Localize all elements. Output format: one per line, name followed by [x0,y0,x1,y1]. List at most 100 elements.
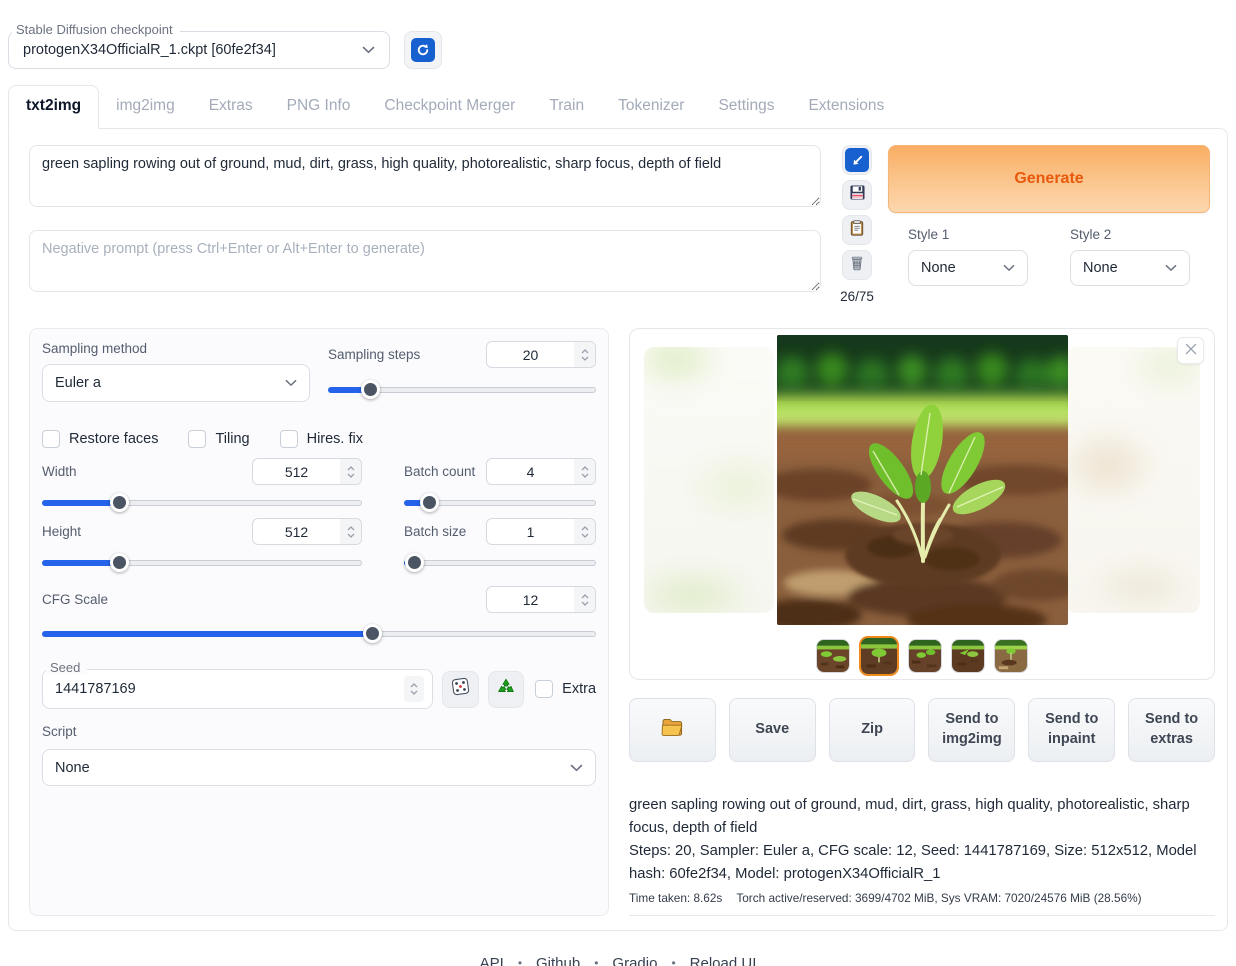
batch-count-group: Batch count 4 [404,458,596,512]
chevron-down-icon [362,41,375,59]
slider-handle[interactable] [420,493,439,512]
tab-checkpoint-merger[interactable]: Checkpoint Merger [367,86,532,128]
stepper-arrows[interactable] [574,519,595,544]
checkbox-box[interactable] [280,430,298,448]
checkbox-box[interactable] [535,680,553,698]
tab-txt2img[interactable]: txt2img [8,85,99,129]
open-folder-button[interactable] [629,698,716,762]
cfg-slider[interactable] [42,625,596,643]
footer-link-gradio[interactable]: Gradio [612,955,657,966]
batch-size-slider[interactable] [404,554,596,572]
style1-dropdown[interactable]: None [908,250,1028,286]
seed-value: 1441787169 [55,681,404,697]
recycle-icon [496,677,516,702]
txt2img-panel: green sapling rowing out of ground, mud,… [8,128,1228,931]
toggle-row: Restore faces Tiling Hires. fix [42,430,596,448]
gallery-main-area [636,335,1208,627]
sampling-steps-group: Sampling steps 20 [328,341,596,402]
height-input[interactable]: 512 [252,518,362,545]
footer-link-reload-ui[interactable]: Reload UI [690,955,757,966]
slider-handle[interactable] [405,553,424,572]
arrow-down-left-icon [845,148,869,172]
send-to-img2img-button[interactable]: Send to img2img [928,698,1015,762]
width-group: Width 512 [42,458,362,512]
checkbox-box[interactable] [188,430,206,448]
save-button[interactable]: Save [729,698,816,762]
generate-column: Generate Style 1 None Style 2 None [888,145,1210,304]
footer-link-github[interactable]: Github [536,955,580,966]
stepper-arrows[interactable] [574,459,595,484]
gallery-thumbnail-1[interactable] [816,639,850,673]
gallery-adjacent-image-left [644,347,774,613]
slider-handle[interactable] [363,624,382,643]
sampling-steps-slider[interactable] [328,381,596,399]
style2-dropdown[interactable]: None [1070,250,1190,286]
batch-size-group: Batch size 1 [404,518,596,572]
app-root: Stable Diffusion checkpoint protogenX34O… [0,0,1236,966]
extra-seed-checkbox[interactable]: Extra [535,680,596,698]
zip-button[interactable]: Zip [829,698,916,762]
stepper-arrows[interactable] [574,587,595,612]
restore-faces-checkbox[interactable]: Restore faces [42,430,158,448]
sampling-steps-label: Sampling steps [328,347,420,362]
stepper-arrows[interactable] [340,519,361,544]
sampling-method-value: Euler a [55,375,101,391]
tiling-checkbox[interactable]: Tiling [188,430,249,448]
refresh-icon [411,38,435,62]
negative-prompt-input[interactable] [29,230,821,292]
dimension-row-2: Height 512 Batch si [42,518,596,572]
batch-size-input[interactable]: 1 [486,518,596,545]
sampling-steps-input[interactable]: 20 [486,341,596,368]
chevron-down-icon [285,375,297,391]
seed-label: Seed [46,660,87,675]
send-to-inpaint-button[interactable]: Send to inpaint [1028,698,1115,762]
sampling-method-dropdown[interactable]: Euler a [42,364,310,402]
generate-button[interactable]: Generate [888,145,1210,213]
checkpoint-dropdown[interactable]: Stable Diffusion checkpoint protogenX34O… [8,31,390,69]
tab-train[interactable]: Train [532,86,601,128]
copy-params-button[interactable] [842,215,872,245]
tab-extras[interactable]: Extras [192,86,270,128]
time-taken: Time taken: 8.62s [629,891,722,905]
style2-group: Style 2 None [1070,227,1190,286]
tab-settings[interactable]: Settings [701,86,791,128]
generated-image[interactable] [777,335,1068,625]
clear-prompt-button[interactable] [842,250,872,280]
batch-count-input[interactable]: 4 [486,458,596,485]
width-input[interactable]: 512 [252,458,362,485]
refresh-checkpoint-button[interactable] [404,31,442,69]
gallery-thumbnail-3[interactable] [908,639,942,673]
send-to-extras-button[interactable]: Send to extras [1128,698,1215,762]
stepper-arrows[interactable] [340,459,361,484]
tab-tokenizer[interactable]: Tokenizer [601,86,701,128]
height-slider[interactable] [42,554,362,572]
width-slider[interactable] [42,494,362,512]
checkbox-box[interactable] [42,430,60,448]
tab-png-info[interactable]: PNG Info [270,86,368,128]
batch-count-slider[interactable] [404,494,596,512]
footer-link-api[interactable]: API [480,955,504,966]
stepper-arrows[interactable] [404,676,424,702]
slider-handle[interactable] [110,553,129,572]
stepper-arrows[interactable] [574,342,595,367]
reuse-seed-button[interactable] [488,671,525,708]
tab-img2img[interactable]: img2img [99,86,192,128]
paste-generation-params-button[interactable] [842,145,872,175]
script-dropdown[interactable]: None [42,749,596,786]
gallery-thumbnail-4[interactable] [951,639,985,673]
gallery-adjacent-image-right [1066,347,1200,613]
save-style-button[interactable] [842,180,872,210]
hires-fix-checkbox[interactable]: Hires. fix [280,430,363,448]
random-seed-button[interactable] [442,671,479,708]
gallery-thumbnail-5[interactable] [994,639,1028,673]
output-column: Save Zip Send to img2img Send to inpaint… [629,328,1215,916]
slider-handle[interactable] [110,493,129,512]
slider-handle[interactable] [361,380,380,399]
tab-extensions[interactable]: Extensions [791,86,901,128]
close-gallery-button[interactable] [1177,337,1204,364]
chevron-down-icon [1165,260,1177,276]
seed-input[interactable]: Seed 1441787169 [42,669,433,709]
cfg-input[interactable]: 12 [486,586,596,613]
prompt-input[interactable]: green sapling rowing out of ground, mud,… [29,145,821,207]
gallery-thumbnail-2-selected[interactable] [859,636,899,676]
